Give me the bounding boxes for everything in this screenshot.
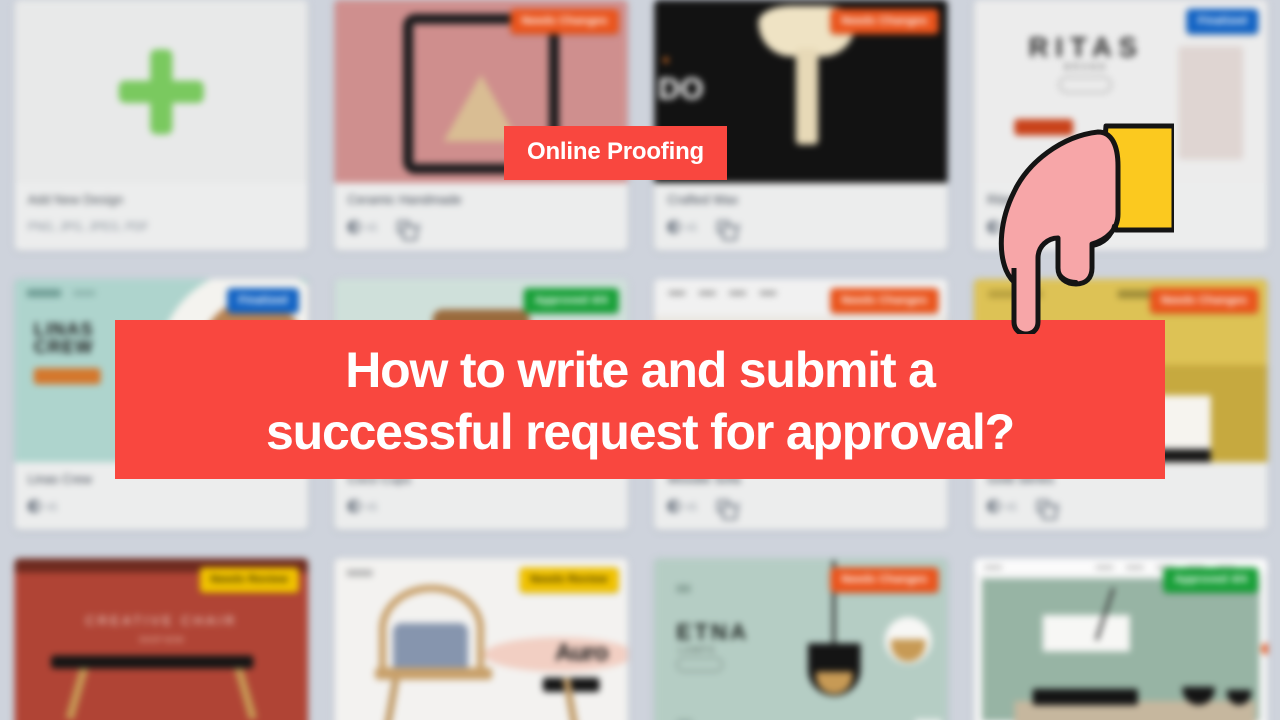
nav-bar-shape	[26, 289, 62, 298]
card-title: Crafted Wax	[667, 193, 739, 208]
design-card[interactable]: Auro Needs Review Auro Chair	[334, 558, 628, 720]
card-thumbnail: Auro Needs Review	[334, 558, 628, 720]
card-stats: v1	[347, 499, 615, 513]
thumbnail-brand-subtext: SHOP NOW	[138, 635, 184, 645]
product-object	[51, 655, 254, 669]
version-stat: v1	[987, 499, 1018, 513]
version-icon	[347, 220, 361, 234]
status-badge[interactable]: Needs Review	[199, 567, 299, 593]
thumbnail-brand-subtext: BRAND	[1064, 62, 1109, 72]
comment-pin-icon[interactable]	[1261, 643, 1268, 655]
product-object	[381, 677, 400, 720]
comment-stat: 4	[716, 220, 741, 241]
headline-banner: How to write and submit a successful req…	[115, 320, 1165, 479]
version-value: v1	[1005, 500, 1018, 513]
nav-bar-shape	[73, 290, 96, 297]
card-thumbnail: CREATIVE CHAIR SHOP NOW Needs Review	[14, 558, 309, 720]
card-meta: Crafted Wax v1 4	[654, 183, 947, 251]
product-object	[374, 667, 493, 680]
pill-shape	[676, 657, 723, 672]
design-card[interactable]: ETNA LAMPS Needs Changes Etna Lamps	[654, 558, 948, 720]
cursor-index-finger	[1011, 258, 1041, 334]
stem-object	[795, 48, 818, 145]
thumbnail-cta-button	[33, 368, 101, 385]
comments-icon	[716, 499, 737, 520]
version-icon	[667, 220, 681, 234]
add-design-thumbnail	[14, 0, 309, 183]
card-stats: v1 4	[667, 220, 934, 241]
thumbnail-brand-text: RITAS	[1028, 32, 1144, 63]
add-design-formats: PNG, JPG, JPEG, PDF	[27, 221, 149, 234]
status-badge[interactable]: Finalized	[227, 288, 299, 314]
version-stat: v1	[667, 499, 698, 513]
hand-pointer-cursor	[998, 123, 1174, 334]
comments-icon	[396, 220, 417, 241]
version-stat: v1	[667, 220, 698, 234]
version-icon	[667, 499, 681, 513]
pill-shape	[1058, 76, 1112, 93]
card-thumbnail: Approved 4/4	[973, 558, 1268, 720]
comment-stat: 1	[1036, 499, 1061, 520]
version-icon	[347, 499, 361, 513]
thumbnail-brand-subtext: LAMPS	[678, 645, 717, 655]
status-badge[interactable]: Approved 4/4	[523, 288, 619, 314]
version-icon	[987, 499, 1001, 513]
version-icon	[27, 499, 41, 513]
add-new-design-card[interactable]: Add New Design PNG, JPG, JPEG, PDF	[14, 0, 309, 251]
version-value: v1	[685, 500, 698, 513]
headline-line-1: How to write and submit a	[345, 341, 936, 398]
status-badge[interactable]: Needs Review	[519, 567, 619, 593]
comment-stat: 4	[396, 220, 421, 241]
status-badge[interactable]: Needs Changes	[830, 8, 939, 35]
thumbnail-accent-text: ●	[662, 52, 670, 67]
card-stats: v1	[27, 499, 295, 513]
version-value: v1	[365, 500, 378, 513]
thumbnail-brand-text: LINAS CREW	[33, 319, 94, 357]
version-value: v1	[365, 220, 378, 233]
design-card[interactable]: CREATIVE CHAIR SHOP NOW Needs Review Cre…	[14, 558, 309, 720]
plus-icon	[118, 48, 204, 134]
version-value: v1	[45, 500, 58, 513]
card-title: Ceramic Handmade	[347, 193, 462, 208]
thumbnail-brand-text: CREATIVE CHAIR	[85, 613, 238, 629]
status-badge[interactable]: Needs Changes	[510, 8, 619, 35]
sign-shape	[1042, 615, 1130, 652]
thumbnail-brand-text: ETNA	[676, 619, 750, 645]
status-badge[interactable]: Needs Changes	[830, 288, 939, 314]
nav-bar-shape	[346, 569, 373, 577]
version-stat: v1	[347, 220, 378, 234]
product-object	[1032, 688, 1138, 706]
product-object	[1178, 46, 1244, 160]
card-thumbnail: ETNA LAMPS Needs Changes	[654, 558, 948, 720]
version-stat: v1	[27, 499, 58, 513]
nav-bar-shape	[676, 584, 691, 593]
card-stats: v1 2	[667, 499, 934, 520]
thumbnail-brand-text: Auro	[554, 639, 609, 667]
design-card[interactable]: Approved 4/4 Linas Store	[973, 558, 1268, 720]
product-object	[233, 663, 258, 720]
add-design-meta: Add New Design PNG, JPG, JPEG, PDF	[15, 183, 308, 251]
screenshot-canvas: Add New Design PNG, JPG, JPEG, PDF Needs…	[0, 0, 1280, 720]
product-object	[65, 663, 90, 720]
comment-stat: 2	[716, 499, 741, 520]
card-stats: v1 1	[987, 499, 1254, 520]
comments-icon	[1036, 499, 1057, 520]
status-badge[interactable]: Approved 4/4	[1163, 567, 1259, 593]
status-badge[interactable]: Needs Changes	[830, 567, 939, 593]
add-design-title: Add New Design	[27, 193, 124, 208]
comments-icon	[716, 220, 737, 241]
version-value: v1	[685, 220, 698, 233]
status-badge[interactable]: Finalized	[1186, 8, 1259, 35]
online-proofing-tag: Online Proofing	[504, 126, 727, 180]
version-stat: v1	[347, 499, 378, 513]
card-stats: v1 4	[347, 220, 615, 241]
nav-bar-shape	[668, 291, 777, 296]
card-meta: Ceramic Handmade v1 4	[334, 183, 627, 251]
headline-line-2: successful request for approval?	[266, 403, 1015, 460]
thumbnail-brand-text: DO	[658, 72, 704, 106]
